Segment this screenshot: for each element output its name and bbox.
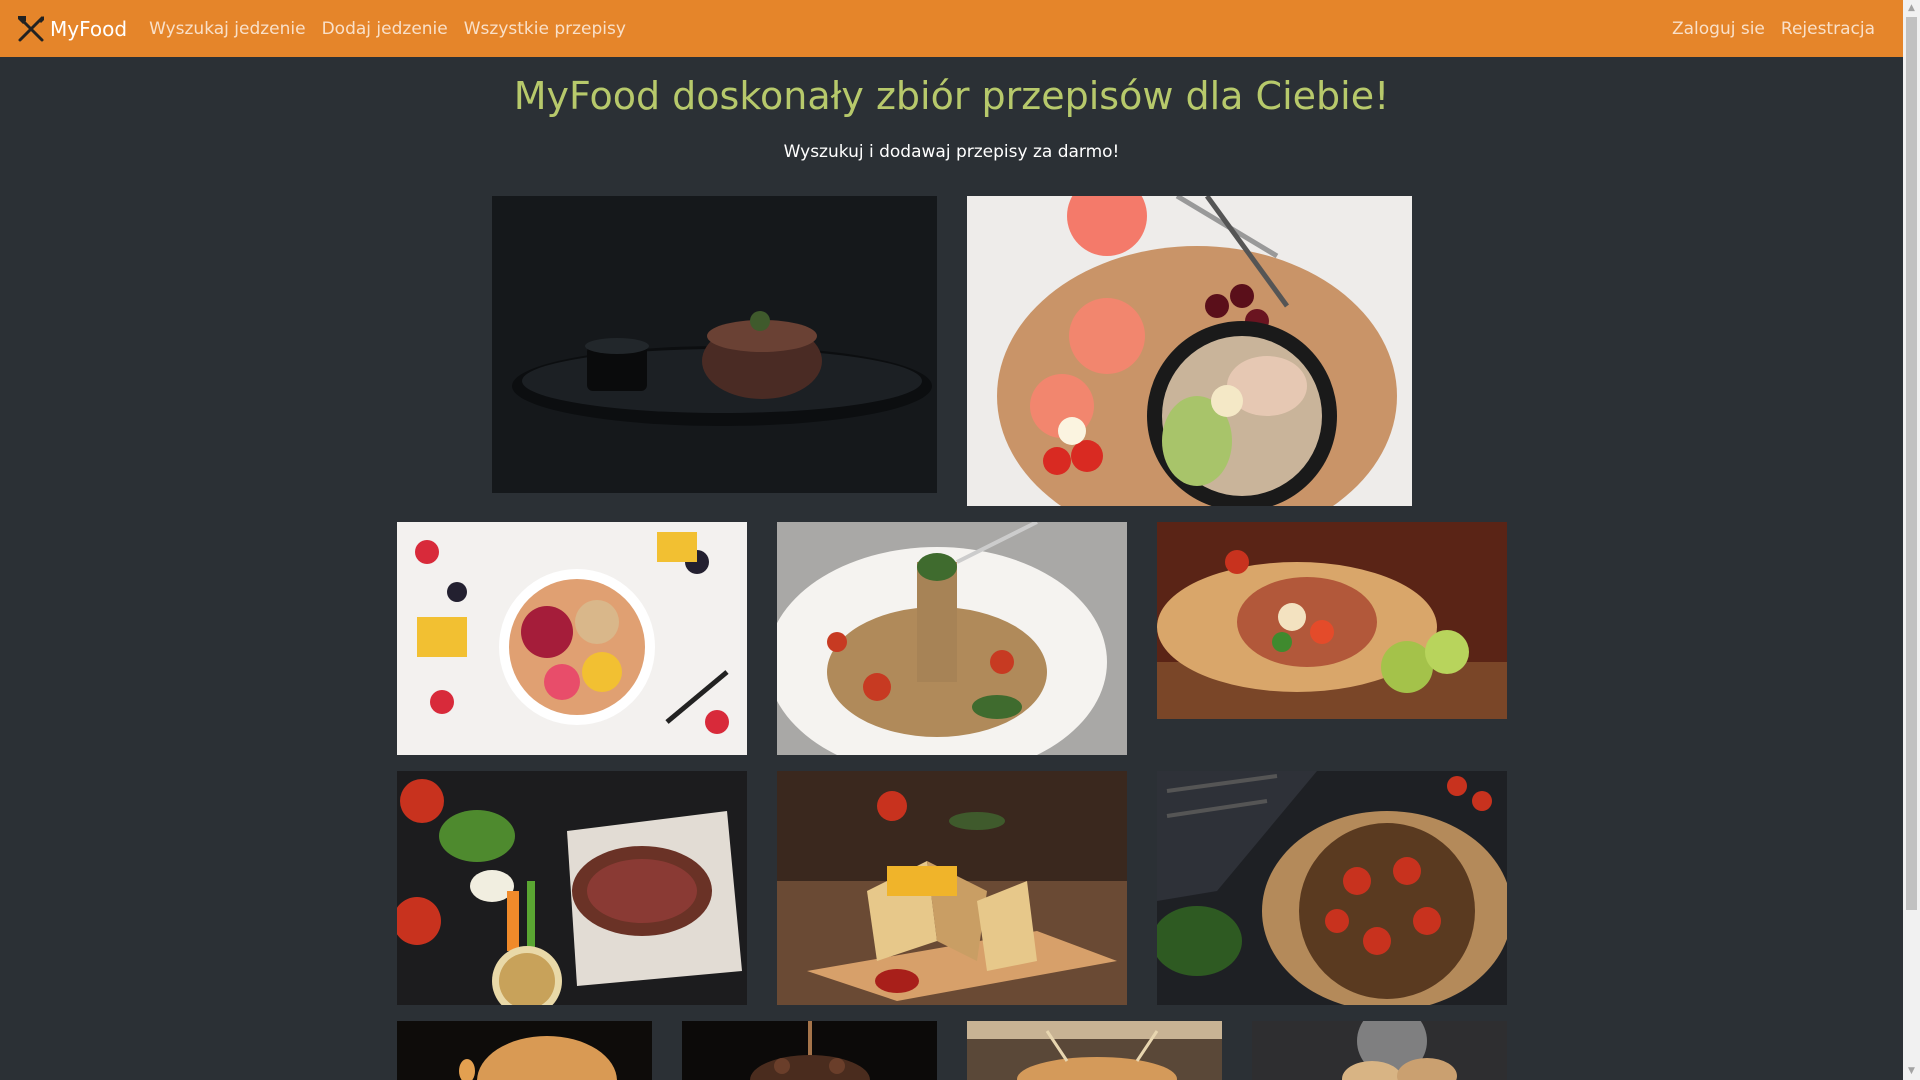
- steak-plate-image[interactable]: [492, 196, 937, 493]
- nav-link-add-food[interactable]: Dodaj jedzenie: [314, 19, 456, 39]
- nav-left: Wyszukaj jedzenie Dodaj jedzenie Wszystk…: [141, 19, 634, 39]
- spaghetti-image[interactable]: [777, 522, 1127, 755]
- burrito-image[interactable]: [1157, 522, 1507, 719]
- fork-knife-icon: [18, 15, 44, 41]
- scroll-up-icon[interactable]: ▲: [1903, 0, 1920, 17]
- brand-label: MyFood: [50, 16, 128, 41]
- club-sandwich-image[interactable]: [777, 771, 1127, 1005]
- scrollbar-thumb[interactable]: [1906, 17, 1917, 910]
- nav-link-all-recipes[interactable]: Wszystkie przepisy: [456, 19, 634, 39]
- burger-image[interactable]: [397, 1021, 652, 1080]
- sliced-steak-vegetables-image[interactable]: [397, 771, 747, 1005]
- chocolate-dessert-image[interactable]: [682, 1021, 937, 1080]
- pastry-image[interactable]: [1252, 1021, 1507, 1080]
- page-title: MyFood doskonały zbiór przepisów dla Cie…: [513, 74, 1390, 118]
- roasted-dish-image[interactable]: [967, 1021, 1222, 1080]
- scrollbar[interactable]: ▲ ▼: [1903, 0, 1920, 1080]
- nav-link-register[interactable]: Rejestracja: [1773, 19, 1883, 39]
- nav-link-search-food[interactable]: Wyszukaj jedzenie: [141, 19, 314, 39]
- scroll-down-icon[interactable]: ▼: [1903, 1063, 1920, 1080]
- navbar: MyFood Wyszukaj jedzenie Dodaj jedzenie …: [0, 0, 1903, 57]
- page-subtitle: Wyszukuj i dodawaj przepisy za darmo!: [783, 142, 1120, 162]
- salad-grapefruit-image[interactable]: [967, 196, 1412, 506]
- brand-link[interactable]: MyFood: [15, 13, 127, 45]
- fruit-bowl-image[interactable]: [397, 522, 747, 755]
- tomato-tart-image[interactable]: [1157, 771, 1507, 1005]
- nav-right: Zaloguj sie Rejestracja: [1664, 19, 1883, 39]
- nav-link-login[interactable]: Zaloguj sie: [1664, 19, 1773, 39]
